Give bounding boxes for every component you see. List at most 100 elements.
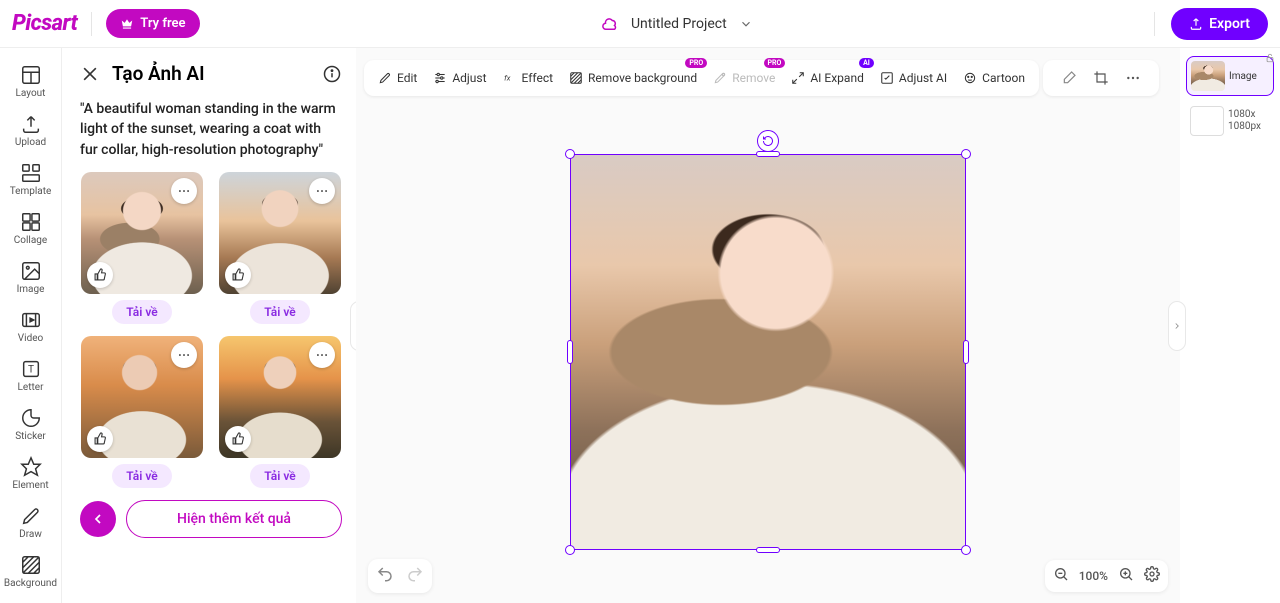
ai-result-thumb[interactable] xyxy=(219,336,341,458)
tool-label: Remove background xyxy=(588,71,697,85)
try-free-button[interactable]: Try free xyxy=(106,9,199,38)
ai-result-thumb[interactable] xyxy=(81,336,203,458)
effect-icon: fx xyxy=(503,71,517,85)
rail-element[interactable]: Element xyxy=(0,450,61,497)
rail-upload[interactable]: Upload xyxy=(0,107,61,154)
remove-bg-button[interactable]: Remove background PRO xyxy=(561,65,705,91)
logo: Picsart xyxy=(12,11,77,36)
ai-result-thumb[interactable] xyxy=(81,172,203,294)
rotate-handle[interactable] xyxy=(757,130,779,152)
rail-label: Image xyxy=(17,284,45,295)
tool-label: Effect xyxy=(522,71,554,85)
resize-handle-bl[interactable] xyxy=(565,545,575,555)
layer-label: Image xyxy=(1229,71,1257,82)
selection-box[interactable] xyxy=(570,154,966,550)
toolbar-group-extra xyxy=(1043,60,1159,96)
resize-handle-l[interactable] xyxy=(567,340,573,364)
cartoon-button[interactable]: Cartoon xyxy=(955,65,1033,91)
result-more-button[interactable] xyxy=(171,178,197,204)
zoom-out-button[interactable] xyxy=(1053,566,1069,586)
remove-icon xyxy=(713,71,727,85)
tool-label: Adjust xyxy=(452,71,486,85)
ai-image-panel: Tạo Ảnh AI "A beautiful woman standing i… xyxy=(62,48,356,603)
rail-draw[interactable]: Draw xyxy=(0,499,61,546)
result-more-button[interactable] xyxy=(171,342,197,368)
rail-background[interactable]: Background xyxy=(0,548,61,595)
remove-bg-icon xyxy=(569,71,583,85)
effect-button[interactable]: fx Effect xyxy=(495,65,562,91)
zoom-value[interactable]: 100% xyxy=(1079,569,1108,583)
project-name[interactable]: Untitled Project xyxy=(631,16,727,32)
rail-label: Upload xyxy=(15,137,46,148)
cartoon-icon xyxy=(963,71,977,85)
resize-handle-tr[interactable] xyxy=(961,149,971,159)
resize-handle-r[interactable] xyxy=(963,340,969,364)
ai-result: Tải về xyxy=(218,336,342,488)
info-icon[interactable] xyxy=(322,64,342,84)
layer-canvas[interactable]: 1080x 1080px xyxy=(1186,102,1274,140)
thumbs-up-icon xyxy=(232,432,245,445)
adjust-ai-button[interactable]: Adjust AI xyxy=(872,65,955,91)
canvas[interactable] xyxy=(356,100,1180,603)
remove-button[interactable]: Remove PRO xyxy=(705,65,783,91)
download-button[interactable]: Tải về xyxy=(250,300,309,324)
result-like-button[interactable] xyxy=(225,426,251,452)
redo-button[interactable] xyxy=(406,565,424,587)
edit-button[interactable]: Edit xyxy=(370,65,425,91)
selection-border xyxy=(570,154,966,550)
thumbs-up-icon xyxy=(232,268,245,281)
rail-layout[interactable]: Layout xyxy=(0,58,61,105)
result-like-button[interactable] xyxy=(87,262,113,288)
rail-label: Draw xyxy=(19,529,42,540)
ai-expand-button[interactable]: AI Expand AI xyxy=(783,65,872,91)
crop-button[interactable] xyxy=(1085,64,1117,92)
zoom-in-button[interactable] xyxy=(1118,566,1134,586)
eraser-button[interactable] xyxy=(1053,64,1085,92)
download-button[interactable]: Tải về xyxy=(250,464,309,488)
template-icon xyxy=(20,162,42,184)
more-tools-button[interactable] xyxy=(1117,64,1149,92)
layer-image[interactable]: Image xyxy=(1186,56,1274,96)
download-button[interactable]: Tải về xyxy=(112,464,171,488)
download-button[interactable]: Tải về xyxy=(112,300,171,324)
rail-video[interactable]: Video xyxy=(0,303,61,350)
tool-label: AI Expand xyxy=(810,71,864,85)
crown-icon xyxy=(120,17,134,31)
rail-label: Letter xyxy=(18,382,44,393)
chevron-down-icon[interactable] xyxy=(739,17,753,31)
show-more-results-button[interactable]: Hiện thêm kết quả xyxy=(126,500,342,538)
eraser-icon xyxy=(1061,70,1077,86)
panel-back-button[interactable] xyxy=(80,501,116,537)
main: Layout Upload Template Collage Image Vid… xyxy=(0,48,1280,603)
resize-handle-br[interactable] xyxy=(961,545,971,555)
ai-result-thumb[interactable] xyxy=(219,172,341,294)
ai-result: Tải về xyxy=(80,172,204,324)
more-icon xyxy=(1125,70,1141,86)
undo-button[interactable] xyxy=(376,565,394,587)
resize-handle-t[interactable] xyxy=(756,151,780,157)
rail-sticker[interactable]: Sticker xyxy=(0,401,61,448)
expand-right-panel-button[interactable] xyxy=(1168,301,1186,351)
resize-handle-tl[interactable] xyxy=(565,149,575,159)
result-more-button[interactable] xyxy=(309,342,335,368)
chevron-right-icon xyxy=(1172,321,1182,331)
result-like-button[interactable] xyxy=(225,262,251,288)
rail-image[interactable]: Image xyxy=(0,254,61,301)
rail-collage[interactable]: Collage xyxy=(0,205,61,252)
view-settings-button[interactable] xyxy=(1144,566,1160,586)
close-icon[interactable] xyxy=(80,64,100,84)
resize-handle-b[interactable] xyxy=(756,547,780,553)
lock-icon[interactable] xyxy=(1265,53,1275,66)
more-icon xyxy=(315,184,329,198)
collage-icon xyxy=(20,211,42,233)
tool-label: Adjust AI xyxy=(899,71,947,85)
undo-icon xyxy=(376,565,394,583)
rail-template[interactable]: Template xyxy=(0,156,61,203)
rail-letter[interactable]: T Letter xyxy=(0,352,61,399)
result-like-button[interactable] xyxy=(87,426,113,452)
result-more-button[interactable] xyxy=(309,178,335,204)
element-icon xyxy=(20,456,42,478)
export-button[interactable]: Export xyxy=(1171,8,1268,40)
ai-prompt-text: "A beautiful woman standing in the warm … xyxy=(80,99,342,160)
adjust-button[interactable]: Adjust xyxy=(425,65,494,91)
